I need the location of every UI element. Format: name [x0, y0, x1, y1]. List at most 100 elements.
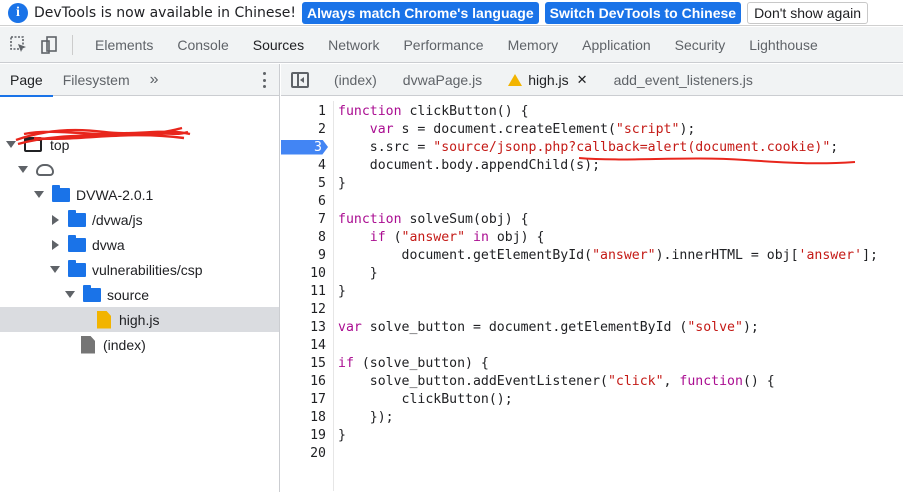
code-line: 11} [281, 282, 903, 300]
navigator-menu-icon[interactable] [263, 72, 267, 88]
switch-to-chinese-button[interactable]: Switch DevTools to Chinese [544, 1, 742, 24]
line-source: } [338, 175, 346, 191]
language-infobar: i DevTools is now available in Chinese! … [0, 0, 903, 26]
line-source: if ("answer" in obj) { [369, 229, 545, 245]
tree-item-label: /dvwa/js [92, 211, 143, 228]
tab-application[interactable]: Application [570, 27, 663, 62]
line-number[interactable]: 1 [281, 104, 328, 119]
line-source: } [338, 283, 346, 299]
expand-arrow-icon[interactable] [18, 166, 28, 173]
dont-show-again-button[interactable]: Don't show again [747, 1, 869, 24]
line-number[interactable]: 7 [281, 212, 328, 227]
line-number[interactable]: 12 [281, 302, 328, 317]
document-file-icon [81, 335, 95, 354]
line-number[interactable]: 9 [281, 248, 328, 263]
tree-item-index[interactable]: (index) [0, 332, 279, 357]
line-number[interactable]: 20 [281, 446, 328, 461]
breakpoint-line-number[interactable]: 3 [281, 139, 328, 155]
navigator-tab-page[interactable]: Page [0, 64, 53, 97]
close-tab-icon[interactable]: ✕ [577, 72, 588, 88]
cloud-icon [36, 163, 54, 176]
line-number[interactable]: 19 [281, 428, 328, 443]
tree-item-source[interactable]: source [0, 282, 279, 307]
line-number[interactable]: 11 [281, 284, 328, 299]
line-number[interactable]: 13 [281, 320, 328, 335]
code-line: 13 var solve_button = document.getElement… [281, 318, 903, 336]
expand-arrow-icon[interactable] [50, 266, 60, 273]
info-icon: i [8, 2, 28, 23]
tab-memory[interactable]: Memory [496, 27, 571, 62]
editor-tab-index[interactable]: (index) [321, 64, 390, 95]
collapse-arrow-icon[interactable] [52, 239, 59, 250]
tree-item-label: high.js [119, 311, 160, 328]
tab-network[interactable]: Network [316, 27, 391, 62]
redaction-scribble [15, 126, 191, 146]
always-match-language-button[interactable]: Always match Chrome's language [302, 1, 539, 24]
folder-icon [68, 234, 86, 252]
tab-lighthouse[interactable]: Lighthouse [737, 27, 830, 62]
expand-arrow-icon[interactable] [34, 191, 44, 198]
tab-elements[interactable]: Elements [83, 27, 165, 62]
tree-item-label: vulnerabilities/csp [92, 261, 203, 278]
code-line: 1 function clickButton() { [281, 102, 903, 120]
tree-item-label: (index) [103, 336, 146, 353]
code-line: 6 [281, 192, 903, 210]
editor-tab-dvwapage-js[interactable]: dvwaPage.js [390, 64, 495, 95]
device-toolbar-icon[interactable] [38, 34, 60, 56]
line-number[interactable]: 8 [281, 230, 328, 245]
code-line: 14 [281, 336, 903, 354]
code-line: 12 [281, 300, 903, 318]
line-source: var s = document.createElement("script")… [369, 121, 696, 137]
tab-security[interactable]: Security [663, 27, 738, 62]
tab-console[interactable]: Console [165, 27, 240, 62]
toggle-navigator-icon[interactable] [291, 71, 309, 88]
line-number[interactable]: 10 [281, 266, 328, 281]
inspect-element-icon[interactable] [8, 34, 30, 56]
line-number[interactable]: 16 [281, 374, 328, 389]
navigator-tabbar: Page Filesystem » [0, 64, 279, 97]
code-line: 2 var s = document.createElement("script… [281, 120, 903, 138]
tree-item-vulnerabilities-csp[interactable]: vulnerabilities/csp [0, 257, 279, 282]
tree-item-dvwa-js[interactable]: /dvwa/js [0, 207, 279, 232]
line-source: clickButton(); [338, 391, 513, 407]
editor-tab-add-event-listeners-js[interactable]: add_event_listeners.js [601, 64, 766, 95]
folder-icon [83, 284, 101, 302]
line-number[interactable]: 2 [281, 122, 328, 137]
code-line: 17 clickButton(); [281, 390, 903, 408]
expand-arrow-icon[interactable] [65, 291, 75, 298]
line-number[interactable]: 17 [281, 392, 328, 407]
code-line: 7 function solveSum(obj) { [281, 210, 903, 228]
line-number[interactable]: 4 [281, 158, 328, 173]
tree-item-label: DVWA-2.0.1 [76, 186, 154, 203]
folder-icon [52, 184, 70, 202]
devtools-main-tabbar: Elements Console Sources Network Perform… [0, 27, 903, 63]
line-number[interactable]: 6 [281, 194, 328, 209]
code-line: 15 if (solve_button) { [281, 354, 903, 372]
line-source: }); [338, 409, 394, 425]
tree-item-dvwa[interactable]: dvwa [0, 232, 279, 257]
code-line: 10 } [281, 264, 903, 282]
tree-item-high-js[interactable]: high.js [0, 307, 279, 332]
editor-tabbar: (index) dvwaPage.js high.js ✕ add_event_… [281, 64, 903, 96]
code-line: 8 if ("answer" in obj) { [281, 228, 903, 246]
line-source: var solve_button = document.getElementBy… [338, 319, 759, 335]
tree-item-host[interactable] [0, 157, 279, 182]
tree-item-label: source [107, 286, 150, 303]
navigator-tab-filesystem[interactable]: Filesystem [53, 64, 140, 96]
line-source: } [338, 265, 378, 281]
folder-icon [68, 259, 86, 277]
editor-tab-high-js[interactable]: high.js ✕ [495, 64, 601, 95]
line-source: function solveSum(obj) { [338, 211, 529, 227]
sources-navigator: Page Filesystem » top DVWA-2.0.1 /dvwa/j… [0, 64, 280, 492]
warning-icon [508, 73, 523, 86]
line-number[interactable]: 14 [281, 338, 328, 353]
line-number[interactable]: 5 [281, 176, 328, 191]
line-number[interactable]: 15 [281, 356, 328, 371]
tab-performance[interactable]: Performance [391, 27, 495, 62]
line-number[interactable]: 18 [281, 410, 328, 425]
collapse-arrow-icon[interactable] [52, 214, 59, 225]
tree-item-dvwa-root[interactable]: DVWA-2.0.1 [0, 182, 279, 207]
more-tabs-chevron-icon[interactable]: » [140, 71, 169, 89]
tab-sources[interactable]: Sources [240, 27, 317, 62]
infobar-message: DevTools is now available in Chinese! [34, 4, 296, 21]
